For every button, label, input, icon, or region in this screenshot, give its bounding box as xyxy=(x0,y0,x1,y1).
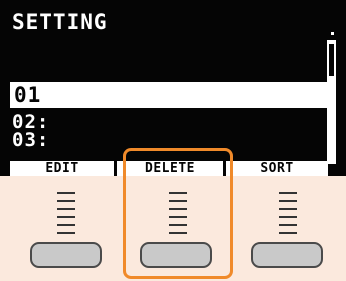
softkey-edit[interactable]: EDIT xyxy=(10,161,114,176)
delete-highlight-frame xyxy=(123,148,233,279)
button-link-lines-icon xyxy=(279,192,297,242)
f1-button[interactable] xyxy=(30,242,102,268)
scrollbar-thumb[interactable] xyxy=(329,44,334,76)
scroll-indicator-dot xyxy=(331,32,334,35)
screen-title: SETTING xyxy=(12,10,108,34)
list-item-03[interactable]: 03: xyxy=(12,130,49,150)
f3-button[interactable] xyxy=(251,242,323,268)
list-item-01[interactable]: 01 xyxy=(10,82,328,108)
button-link-lines-icon xyxy=(57,192,75,242)
softkey-sort[interactable]: SORT xyxy=(226,161,328,176)
